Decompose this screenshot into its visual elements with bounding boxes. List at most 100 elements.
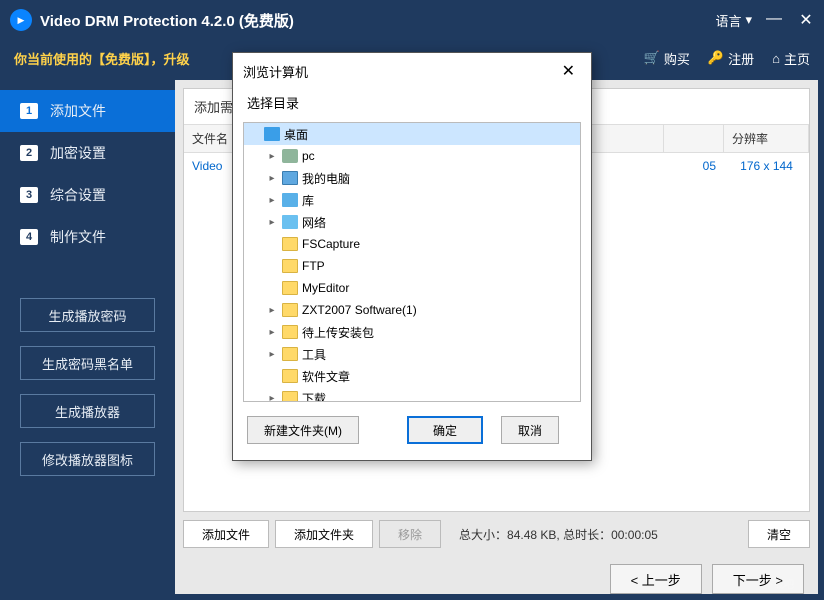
dialog-titlebar: 浏览计算机 ✕	[233, 53, 591, 89]
cell-resolution: 176 x 144	[724, 156, 809, 176]
chevron-down-icon: ▾	[745, 12, 752, 28]
desktop-icon	[264, 127, 280, 141]
folder-icon	[282, 281, 298, 295]
col-duration	[664, 125, 724, 152]
bottom-bar: 添加文件 添加文件夹 移除 总大小：84.48 KB, 总时长：00:00:05…	[175, 512, 818, 556]
lib-icon	[282, 193, 298, 207]
tree-item-label: ZXT2007 Software(1)	[302, 303, 417, 317]
tree-item-label: pc	[302, 149, 315, 163]
folder-icon	[282, 259, 298, 273]
net-icon	[282, 215, 298, 229]
tree-item[interactable]: ▸ ZXT2007 Software(1)	[244, 299, 580, 321]
tree-item-label: 下载	[302, 390, 326, 403]
language-dropdown[interactable]: 语言 ▾	[715, 11, 752, 30]
remove-button[interactable]: 移除	[379, 520, 441, 548]
app-title: Video DRM Protection 4.2.0 (免费版)	[40, 10, 715, 31]
tree-item-label: FTP	[302, 259, 325, 273]
expand-icon[interactable]: ▸	[266, 217, 278, 228]
step-encrypt-settings[interactable]: 2 加密设置	[0, 132, 175, 174]
home-link[interactable]: ⌂ 主页	[772, 49, 810, 68]
window-controls: — ✕	[766, 10, 814, 30]
expand-icon[interactable]: ▸	[266, 305, 278, 316]
minimize-button[interactable]: —	[766, 10, 782, 30]
gen-player-button[interactable]: 生成播放器	[20, 394, 155, 428]
expand-icon[interactable]: ▸	[266, 393, 278, 403]
folder-icon	[282, 325, 298, 339]
banner-notice: 你当前使用的【免费版】，升级	[14, 49, 190, 68]
folder-icon	[282, 237, 298, 251]
step-build-file[interactable]: 4 制作文件	[0, 216, 175, 258]
tree-item[interactable]: ▸ 待上传安装包	[244, 321, 580, 343]
tree-item-label: 网络	[302, 214, 326, 231]
cell-duration: 05	[664, 156, 724, 176]
dialog-title: 浏览计算机	[243, 62, 308, 81]
next-step-button[interactable]: 下一步 >	[712, 564, 804, 594]
pc-icon	[282, 149, 298, 163]
home-icon: ⌂	[772, 51, 780, 66]
register-link[interactable]: 🔑 注册	[708, 49, 754, 68]
col-resolution: 分辨率	[724, 125, 809, 152]
tree-item[interactable]: FSCapture	[244, 233, 580, 255]
dialog-subtitle: 选择目录	[233, 89, 591, 122]
tree-item[interactable]: ▸ 工具	[244, 343, 580, 365]
step-label: 添加文件	[50, 101, 106, 121]
gen-blacklist-button[interactable]: 生成密码黑名单	[20, 346, 155, 380]
folder-icon	[282, 391, 298, 402]
gen-playcode-button[interactable]: 生成播放密码	[20, 298, 155, 332]
folder-icon	[282, 303, 298, 317]
status-text: 总大小：84.48 KB, 总时长：00:00:05	[459, 526, 658, 543]
prev-step-button[interactable]: < 上一步	[610, 564, 702, 594]
tree-item[interactable]: ▸库	[244, 189, 580, 211]
step-label: 综合设置	[50, 185, 106, 205]
tree-item-label: 库	[302, 192, 314, 209]
tree-item[interactable]: ▸ pc	[244, 145, 580, 167]
tree-item[interactable]: 软件文章	[244, 365, 580, 387]
step-num: 1	[20, 103, 38, 119]
tree-item-label: 软件文章	[302, 368, 350, 385]
expand-icon[interactable]: ▸	[266, 195, 278, 206]
step-num: 3	[20, 187, 38, 203]
tree-item[interactable]: ▸ 网络	[244, 211, 580, 233]
folder-icon	[282, 369, 298, 383]
tree-item-label: 工具	[302, 346, 326, 363]
add-file-button[interactable]: 添加文件	[183, 520, 269, 548]
step-add-files[interactable]: 1 添加文件	[0, 90, 175, 132]
nav-row: < 上一步 下一步 >	[175, 556, 818, 594]
folder-tree[interactable]: 桌面▸pc▸我的电脑▸库▸网络FSCaptureFTPMyEditor▸ZXT2…	[243, 122, 581, 402]
app-logo-icon	[10, 9, 32, 31]
monitor-icon	[282, 171, 298, 185]
new-folder-button[interactable]: 新建文件夹(M)	[247, 416, 359, 444]
buy-link[interactable]: 🛒 购买	[644, 49, 690, 68]
expand-icon[interactable]: ▸	[266, 349, 278, 360]
expand-icon[interactable]: ▸	[266, 173, 278, 184]
tree-item-label: 待上传安装包	[302, 324, 374, 341]
tree-item[interactable]: ▸ 我的电脑	[244, 167, 580, 189]
tree-item-label: MyEditor	[302, 281, 349, 295]
cart-icon: 🛒	[644, 50, 660, 66]
expand-icon[interactable]: ▸	[266, 151, 278, 162]
close-button[interactable]: ✕	[798, 10, 814, 30]
tree-item[interactable]: MyEditor	[244, 277, 580, 299]
step-num: 4	[20, 229, 38, 245]
language-label: 语言	[715, 11, 741, 30]
cancel-button[interactable]: 取消	[501, 416, 559, 444]
folder-icon	[282, 347, 298, 361]
mod-player-icon-button[interactable]: 修改播放器图标	[20, 442, 155, 476]
tree-item-label: FSCapture	[302, 237, 360, 251]
tree-item-label: 我的电脑	[302, 170, 350, 187]
sidebar: 1 添加文件 2 加密设置 3 综合设置 4 制作文件 生成播放密码 生成密码黑…	[0, 76, 175, 600]
tree-item[interactable]: 桌面	[244, 123, 580, 145]
ok-button[interactable]: 确定	[407, 416, 483, 444]
dialog-close-button[interactable]: ✕	[556, 61, 581, 81]
tree-item-label: 桌面	[284, 126, 308, 143]
tree-item[interactable]: FTP	[244, 255, 580, 277]
expand-icon[interactable]: ▸	[266, 327, 278, 338]
tree-item[interactable]: ▸ 下载	[244, 387, 580, 402]
add-folder-button[interactable]: 添加文件夹	[275, 520, 373, 548]
step-general-settings[interactable]: 3 综合设置	[0, 174, 175, 216]
clear-button[interactable]: 清空	[748, 520, 810, 548]
key-icon: 🔑	[708, 50, 724, 66]
step-num: 2	[20, 145, 38, 161]
browse-dialog: 浏览计算机 ✕ 选择目录 桌面▸pc▸我的电脑▸库▸网络FSCaptureFTP…	[232, 52, 592, 461]
titlebar: Video DRM Protection 4.2.0 (免费版) 语言 ▾ — …	[0, 0, 824, 40]
